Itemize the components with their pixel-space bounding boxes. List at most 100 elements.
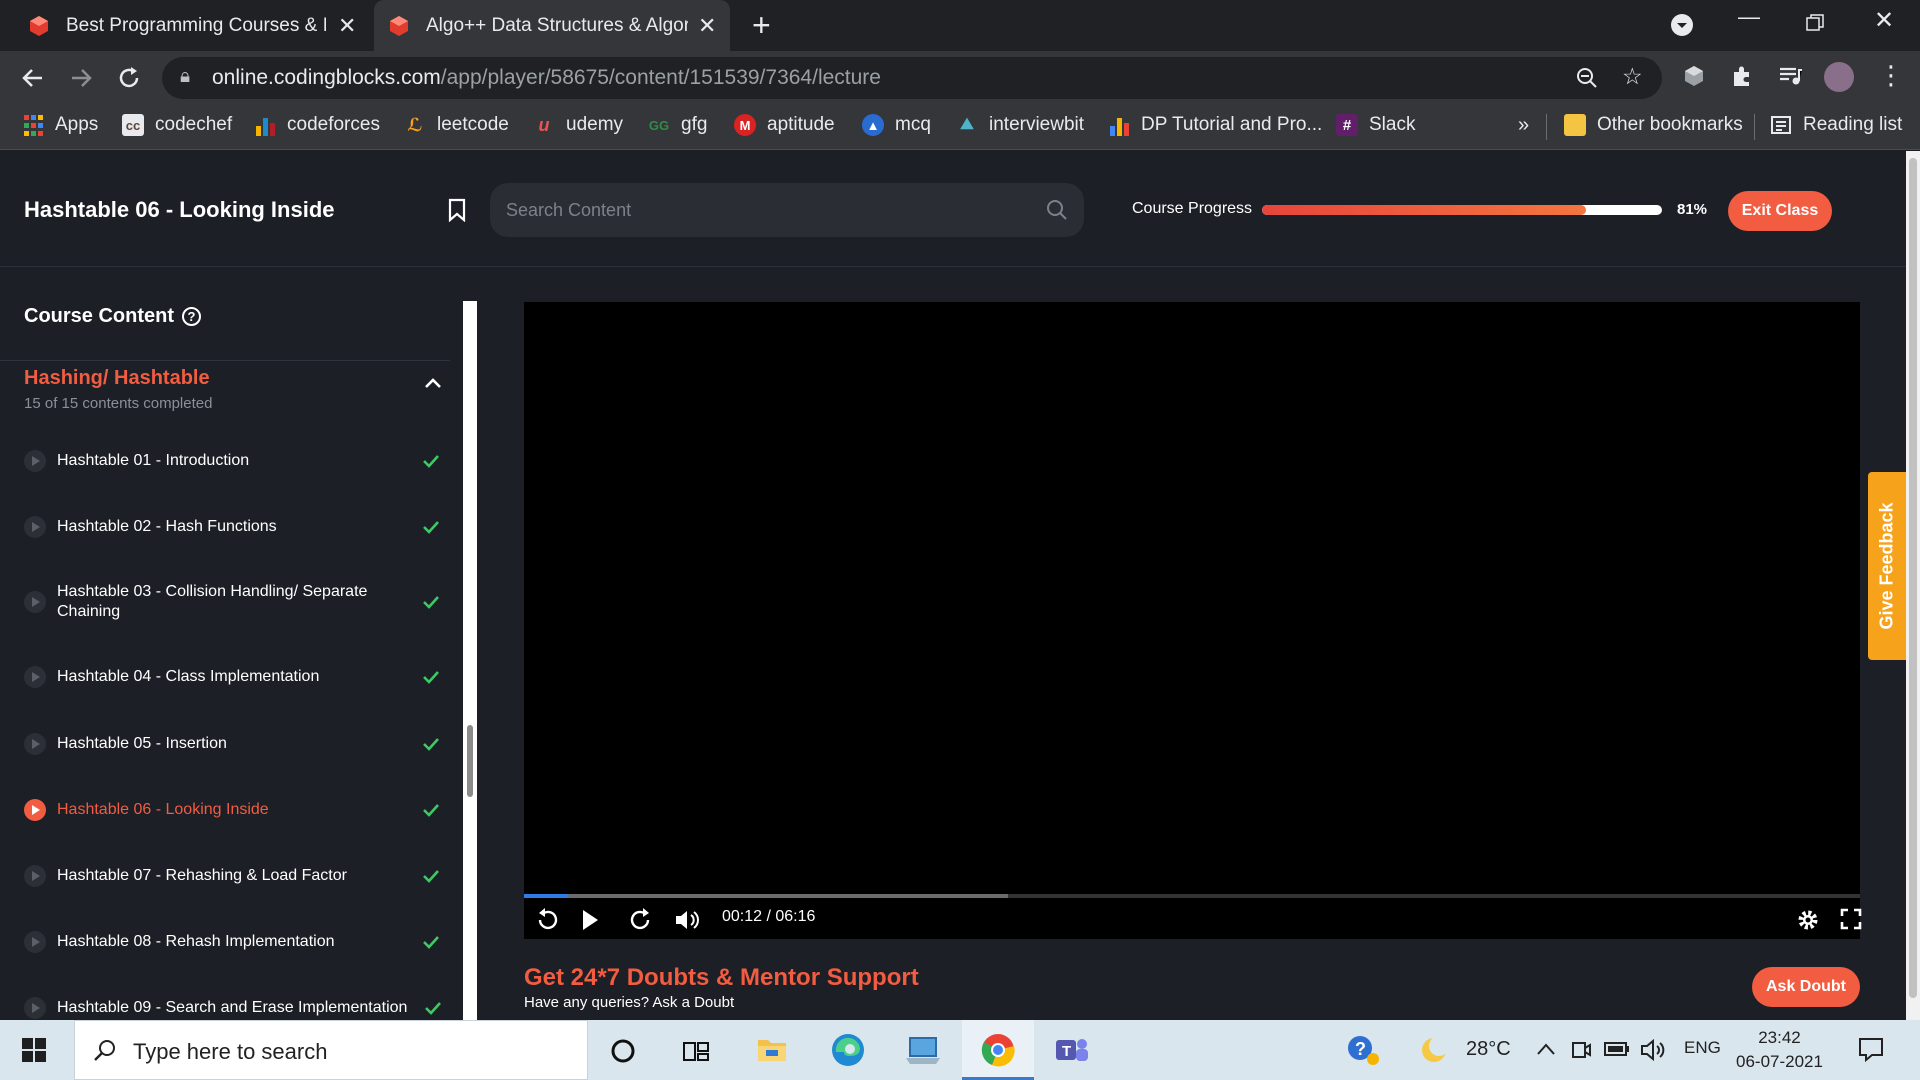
bookmark-star-icon[interactable]: ☆ [1622,63,1643,90]
back-icon[interactable] [20,65,46,91]
extension-cube-icon[interactable] [1682,64,1706,88]
new-tab-icon[interactable]: + [752,8,771,42]
bookmark-lecture-icon[interactable] [448,198,466,222]
check-icon [423,455,439,468]
volume-icon[interactable] [674,908,700,932]
section-hashing[interactable]: Hashing/ Hashtable 15 of 15 contents com… [0,360,450,414]
lesson-item[interactable]: Hashtable 02 - Hash Functions [24,516,444,538]
meet-now-icon[interactable] [1570,1038,1592,1062]
address-bar[interactable]: 🔒︎ online.codingblocks.com/app/player/58… [162,57,1662,99]
tab-search-icon[interactable] [1670,13,1694,37]
bookmark-aptitude[interactable]: M aptitude [734,114,835,136]
bookmark-slack[interactable]: # Slack [1336,114,1415,136]
task-view-icon[interactable] [682,1038,710,1064]
forward-icon[interactable] [68,65,94,91]
sidebar-scrollbar-thumb[interactable] [467,725,473,797]
interviewbit-icon: ⛰ [960,116,974,133]
bookmark-leetcode[interactable]: ℒ leetcode [404,114,509,136]
bookmark-interviewbit[interactable]: ⛰ interviewbit [956,114,1084,136]
bookmark-apps[interactable]: Apps [22,114,98,136]
svg-text:?: ? [1355,1039,1366,1059]
bookmark-label: leetcode [437,114,509,135]
lesson-item[interactable]: Hashtable 04 - Class Implementation [24,666,444,688]
notifications-icon[interactable] [1858,1036,1884,1062]
media-queue-icon[interactable] [1778,64,1802,88]
lesson-item[interactable]: Hashtable 09 - Search and Erase Implemen… [24,997,444,1019]
file-explorer-icon[interactable] [756,1034,788,1064]
bookmark-mcq[interactable]: ▲ mcq [862,114,931,136]
course-content-sidebar: Course Content ? Hashing/ Hashtable 15 o… [0,268,478,1020]
tab-title: Best Programming Courses & IT [66,14,326,36]
lesson-item[interactable]: Hashtable 03 - Collision Handling/ Separ… [24,582,444,622]
lesson-item[interactable]: Hashtable 05 - Insertion [24,733,444,755]
reload-icon[interactable] [116,65,142,91]
bookmark-label: aptitude [767,114,835,135]
edge-icon[interactable] [830,1032,866,1068]
desktop-app-icon[interactable] [906,1034,940,1066]
lesson-item[interactable]: Hashtable 01 - Introduction [24,450,444,472]
play-icon[interactable] [580,908,600,932]
tab-best-programming-courses[interactable]: Best Programming Courses & IT ✕ [28,0,364,51]
chevron-up-icon[interactable] [424,377,442,389]
profile-avatar[interactable] [1824,62,1854,92]
restore-icon[interactable] [1806,14,1824,32]
bookmark-gfg[interactable]: GG gfg [648,114,708,136]
exit-class-button[interactable]: Exit Class [1728,191,1832,231]
check-icon [423,804,439,817]
bookmark-label: interviewbit [989,114,1085,135]
dp-tutorial-icon [1108,114,1130,136]
settings-gear-icon[interactable] [1796,908,1820,932]
fullscreen-icon[interactable] [1840,908,1862,930]
weather-temperature[interactable]: 28°C [1466,1038,1511,1061]
codingblocks-favicon-icon [30,15,48,36]
forward-10-icon[interactable] [628,906,654,934]
ask-doubt-button[interactable]: Ask Doubt [1752,967,1860,1007]
chrome-icon[interactable] [980,1032,1016,1068]
tab-close-icon[interactable]: ✕ [338,13,356,39]
windows-start-icon[interactable] [22,1038,46,1062]
input-language[interactable]: ENG [1684,1038,1721,1058]
zoom-icon[interactable] [1576,67,1598,89]
extensions-puzzle-icon[interactable] [1730,64,1754,88]
close-window-icon[interactable]: ✕ [1874,6,1894,35]
bookmark-label: udemy [566,114,624,135]
bookmark-codeforces[interactable]: codeforces [254,114,380,136]
bookmark-dp-tutorial[interactable]: DP Tutorial and Pro... [1108,114,1322,136]
tab-algo-data-structures[interactable]: Algo++ Data Structures & Algori ✕ [374,0,730,51]
check-icon [423,521,439,534]
lock-icon[interactable]: 🔒︎ [180,66,190,88]
help-question-icon[interactable]: ? [1346,1034,1380,1066]
lesson-item[interactable]: Hashtable 08 - Rehash Implementation [24,931,444,953]
reading-list[interactable]: Reading list [1770,114,1902,136]
cortana-icon[interactable] [610,1038,636,1064]
page-scrollbar-thumb[interactable] [1909,158,1917,998]
weather-moon-icon[interactable] [1418,1034,1450,1066]
video-player[interactable]: 00:12 / 06:16 [524,302,1862,939]
taskbar-search-box[interactable]: Type here to search [74,1020,588,1080]
other-bookmarks-folder[interactable]: Other bookmarks [1564,114,1743,136]
lesson-item-current[interactable]: Hashtable 06 - Looking Inside [24,799,444,821]
teams-icon[interactable]: T [1054,1034,1090,1066]
lesson-item[interactable]: Hashtable 07 - Rehashing & Load Factor [24,865,444,887]
more-bookmarks-chevron-icon[interactable]: » [1518,114,1529,137]
tab-close-icon[interactable]: ✕ [698,13,716,39]
help-icon[interactable]: ? [182,307,201,326]
give-feedback-tab[interactable]: Give Feedback [1868,472,1906,660]
sidebar-scrollbar[interactable] [463,301,477,1020]
video-seek-bar[interactable] [524,894,1860,898]
search-icon[interactable] [1046,199,1068,221]
course-content-heading: Course Content [24,305,174,327]
bookmark-udemy[interactable]: u udemy [533,114,624,136]
speaker-volume-icon[interactable] [1640,1038,1666,1062]
bookmark-codechef[interactable]: cc codechef [122,114,232,136]
play-circle-icon [24,931,46,953]
show-hidden-icons-icon[interactable] [1536,1042,1556,1056]
taskbar-clock[interactable]: 23:42 06-07-2021 [1736,1026,1823,1074]
chrome-menu-icon[interactable]: ⋮ [1878,61,1904,89]
play-circle-icon [24,799,46,821]
codeforces-icon [254,114,276,136]
minimize-icon[interactable]: — [1738,4,1760,30]
rewind-icon[interactable] [534,906,560,934]
battery-icon[interactable] [1604,1040,1630,1058]
search-content-input[interactable] [506,197,1006,223]
